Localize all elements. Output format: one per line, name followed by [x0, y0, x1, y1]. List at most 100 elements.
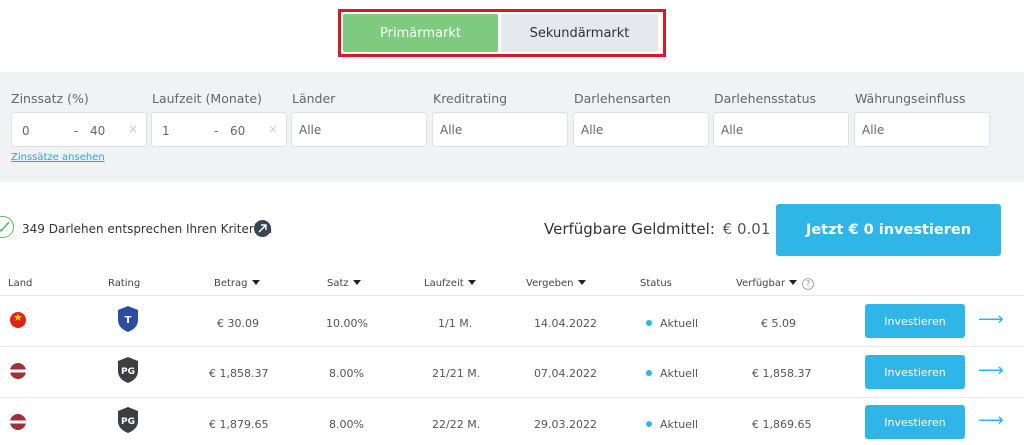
status-cell: Aktuell [646, 418, 698, 431]
flag-latvia-icon [10, 414, 26, 430]
loan-types-filter-label: Darlehensarten [574, 91, 671, 106]
countries-filter-label: Länder [292, 91, 336, 106]
col-header-land: Land [8, 278, 33, 289]
term-cell: 1/1 M. [438, 317, 473, 330]
status-label: Aktuell [660, 367, 699, 380]
col-header-laufzeit[interactable]: Laufzeit [424, 278, 476, 289]
market-tabs: Primärmarkt Sekundärmarkt [338, 9, 666, 57]
invest-button[interactable]: Investieren [865, 355, 965, 389]
view-rates-link[interactable]: Zinssätze ansehen [11, 152, 105, 163]
available-cell: € 5.09 [761, 317, 796, 330]
col-header-rating: Rating [108, 278, 141, 289]
rate-cell: 10.00% [326, 317, 368, 330]
arrow-right-icon[interactable]: ⟶ [978, 410, 1004, 431]
sort-caret-icon [577, 280, 586, 285]
loan-status-filter-label: Darlehensstatus [714, 91, 817, 106]
status-label: Aktuell [660, 418, 699, 431]
available-cell: € 1,858.37 [752, 367, 812, 380]
interest-filter-label: Zinssatz (%) [11, 91, 89, 106]
interest-min-input[interactable]: 0 [22, 124, 30, 138]
rating-shield-icon: T [118, 306, 138, 332]
flag-vietnam-icon [10, 312, 26, 328]
status-dot-icon [646, 320, 652, 326]
term-max-input[interactable]: 60 [230, 124, 245, 138]
range-separator: - [214, 124, 219, 138]
range-separator: - [74, 124, 79, 138]
tab-primary-market[interactable]: Primärmarkt [343, 14, 498, 52]
row-divider [0, 397, 1024, 398]
col-header-satz-label: Satz [327, 278, 349, 289]
issued-cell: 14.04.2022 [534, 317, 597, 330]
invest-button[interactable]: Investieren [865, 405, 965, 439]
rating-label: PG [121, 417, 135, 427]
term-min-input[interactable]: 1 [162, 124, 170, 138]
status-dot-icon [646, 370, 652, 376]
col-header-betrag-label: Betrag [214, 278, 248, 289]
countries-select[interactable]: Alle [291, 112, 427, 147]
row-divider [0, 346, 1024, 347]
status-dot-icon [646, 421, 652, 427]
currency-select[interactable]: Alle [854, 112, 990, 147]
term-cell: 22/22 M. [432, 418, 481, 431]
col-header-vergeben-label: Vergeben [526, 278, 574, 289]
match-count-text: 349 Darlehen entsprechen Ihren Kriterien [22, 222, 273, 236]
status-cell: Aktuell [646, 317, 698, 330]
sort-caret-icon [467, 280, 476, 285]
check-icon [0, 216, 14, 238]
rating-value: Alle [440, 123, 463, 137]
term-range-field[interactable]: 1 - 60 × [151, 112, 287, 147]
status-label: Aktuell [660, 317, 699, 330]
clear-icon[interactable]: × [268, 122, 278, 136]
col-header-vergeben[interactable]: Vergeben [526, 278, 586, 289]
col-header-verfuegbar[interactable]: Verfügbar? [736, 278, 815, 290]
loan-types-value: Alle [581, 123, 604, 137]
currency-value: Alle [862, 123, 885, 137]
share-icon[interactable] [254, 220, 271, 237]
interest-range-field[interactable]: 0 - 40 × [11, 112, 147, 147]
clear-icon[interactable]: × [128, 122, 138, 136]
rating-shield-icon: PG [118, 407, 138, 433]
issued-cell: 29.03.2022 [534, 418, 597, 431]
available-funds: Verfügbare Geldmittel: € 0.01 [544, 220, 770, 238]
status-cell: Aktuell [646, 367, 698, 380]
loan-status-value: Alle [721, 123, 744, 137]
currency-filter-label: Währungseinfluss [855, 91, 966, 106]
arrow-right-icon[interactable]: ⟶ [978, 360, 1004, 381]
rating-filter-label: Kreditrating [433, 91, 508, 106]
term-cell: 21/21 M. [432, 367, 481, 380]
col-header-satz[interactable]: Satz [327, 278, 361, 289]
col-header-laufzeit-label: Laufzeit [424, 278, 464, 289]
invest-now-button[interactable]: Jetzt € 0 investieren [776, 204, 1001, 256]
help-icon[interactable]: ? [802, 278, 815, 290]
amount-cell: € 1,879.65 [209, 418, 269, 431]
col-header-betrag[interactable]: Betrag [214, 278, 260, 289]
available-funds-value: € 0.01 [722, 220, 771, 238]
col-header-status: Status [640, 278, 672, 289]
invest-button[interactable]: Investieren [865, 304, 965, 338]
col-header-verfuegbar-label: Verfügbar [736, 278, 786, 289]
rating-shield-icon: PG [118, 357, 138, 383]
sort-caret-icon [251, 280, 260, 285]
rating-select[interactable]: Alle [432, 112, 568, 147]
amount-cell: € 1,858.37 [209, 367, 269, 380]
available-funds-label: Verfügbare Geldmittel: [544, 220, 715, 238]
flag-latvia-icon [10, 363, 26, 379]
rating-label: T [125, 315, 132, 326]
rating-label: PG [121, 367, 135, 377]
filter-panel: Zinssatz (%) 0 - 40 × Laufzeit (Monate) … [0, 72, 1024, 182]
loan-types-select[interactable]: Alle [573, 112, 709, 147]
available-cell: € 1,869.65 [752, 418, 812, 431]
countries-value: Alle [299, 123, 322, 137]
term-filter-label: Laufzeit (Monate) [152, 91, 262, 106]
sort-caret-icon [352, 280, 361, 285]
sort-caret-icon [789, 280, 798, 285]
rate-cell: 8.00% [329, 367, 364, 380]
loan-status-select[interactable]: Alle [713, 112, 849, 147]
issued-cell: 07.04.2022 [534, 367, 597, 380]
rate-cell: 8.00% [329, 418, 364, 431]
row-divider [0, 295, 1024, 296]
amount-cell: € 30.09 [217, 317, 259, 330]
interest-max-input[interactable]: 40 [90, 124, 105, 138]
arrow-right-icon[interactable]: ⟶ [978, 309, 1004, 330]
tab-secondary-market[interactable]: Sekundärmarkt [501, 14, 658, 52]
